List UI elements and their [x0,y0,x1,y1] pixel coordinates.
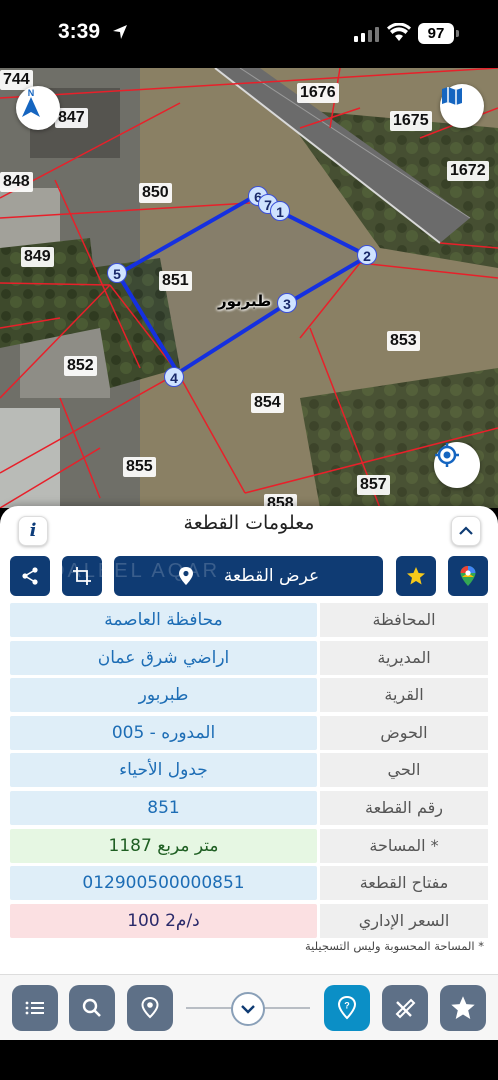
signal-icon [354,27,379,42]
locate-icon [435,443,459,467]
area-value: 1187 متر مربع [10,828,317,863]
battery-tip [456,30,459,37]
table-row: 1187 متر مربع المساحة * [10,828,488,863]
village-label: القرية [320,678,488,713]
table-row: طبربور القرية [10,678,488,713]
governorate-label: المحافظة [320,603,488,637]
favorite-star-button[interactable] [396,556,436,596]
table-row: 851 رقم القطعة [10,790,488,825]
status-time: 3:39 [58,20,101,43]
admin-price-value: 100 د/م2 [10,903,317,938]
parcel-info-table: محافظة العاصمة المحافظة اراضي شرق عمان ا… [10,603,488,941]
svg-text:N: N [28,88,35,98]
satellite-map [0,68,498,508]
panel-title: معلومات القطعة [183,512,315,534]
ruler-tools-icon [395,998,416,1019]
parcel-vertex: 3 [277,293,297,313]
search-icon [82,998,101,1017]
admin-price-label: السعر الإداري [320,903,488,938]
parcel-vertex: 1 [270,201,290,221]
parcel-number-label: رقم القطعة [320,790,488,825]
basin-label: الحوض [320,715,488,750]
parcel-vertex: 5 [107,263,127,283]
parcel-label: 1675 [390,111,432,131]
list-button[interactable] [12,985,58,1031]
table-row: 012900500000851 مفتاح القطعة [10,866,488,901]
help-pin-icon: ? [337,996,357,1020]
village-label: طبربور [218,292,272,310]
chevron-down-icon [241,1005,255,1014]
table-row: محافظة العاصمة المحافظة [10,603,488,637]
parcel-label: 854 [251,393,284,413]
google-maps-button[interactable] [448,556,488,596]
crop-button[interactable] [62,556,102,596]
north-arrow-button[interactable]: N [16,86,60,130]
governorate-value: محافظة العاصمة [10,603,317,637]
status-bar: 3:39 97 [0,0,498,68]
show-parcel-button[interactable]: عرض القطعة [114,556,383,596]
pin-icon [141,997,159,1019]
area-label: المساحة * [320,828,488,863]
list-icon [25,1001,44,1015]
measure-tools-button[interactable] [382,985,428,1031]
parcel-actions: عرض القطعة [0,556,498,596]
map-layers-button[interactable] [440,84,484,128]
parcel-label: 850 [139,183,172,203]
parcel-label: 853 [387,331,420,351]
table-row: المدوره - 005 الحوض [10,715,488,750]
parcel-label: 1672 [447,161,489,181]
search-button[interactable] [69,985,115,1031]
map-layers-icon [442,87,462,105]
table-row: 100 د/م2 السعر الإداري [10,903,488,938]
map-view[interactable]: 744 847 1676 1675 1672 848 850 849 851 8… [0,68,498,508]
parcel-label: 851 [159,271,192,291]
favorite-icon [451,996,475,1020]
parcel-label: 857 [357,475,390,495]
location-pin-icon [178,567,193,585]
star-icon [407,567,425,585]
table-row: جدول الأحياء الحي [10,753,488,788]
favorites-button[interactable] [440,985,486,1031]
parcel-vertex: 2 [357,245,377,265]
neighborhood-label: الحي [320,753,488,788]
directorate-value: اراضي شرق عمان [10,640,317,675]
neighborhood-value: جدول الأحياء [10,753,317,788]
parcel-label: 1676 [297,83,339,103]
show-parcel-label: عرض القطعة [223,566,320,586]
svg-text:?: ? [344,1001,350,1011]
pin-button[interactable] [127,985,173,1031]
parcel-vertex: 4 [164,367,184,387]
help-pin-button[interactable]: ? [324,985,370,1031]
chevron-up-icon [459,526,473,535]
parcel-key-label: مفتاح القطعة [320,866,488,901]
battery-indicator: 97 [418,23,454,44]
area-footnote: * المساحة المحسوبة وليس التسجيلية [304,939,484,953]
share-icon [22,567,38,585]
village-value: طبربور [10,678,317,713]
share-button[interactable] [10,556,50,596]
home-indicator-area [0,1040,498,1080]
parcel-number-value: 851 [10,790,317,825]
parcel-info-panel: i معلومات القطعة عرض القطعة محافظة العاص… [0,506,498,974]
parcel-label: 855 [123,457,156,477]
parcel-label: 849 [21,247,54,267]
north-arrow-icon: N [22,88,40,117]
collapse-panel-button[interactable] [451,516,481,546]
parcel-key-value: 012900500000851 [10,866,317,901]
google-maps-icon [460,566,476,586]
panel-drag-handle[interactable] [231,992,265,1026]
basin-value: المدوره - 005 [10,715,317,750]
location-arrow-icon [113,25,127,39]
table-row: اراضي شرق عمان المديرية [10,640,488,675]
directorate-label: المديرية [320,640,488,675]
parcel-label: 848 [0,172,33,192]
parcel-label: 847 [55,108,88,128]
parcel-label: 852 [64,356,97,376]
locate-me-button[interactable] [434,442,480,488]
crop-icon [73,567,91,585]
wifi-icon [387,23,411,41]
bottom-toolbar: ? [0,974,498,1040]
